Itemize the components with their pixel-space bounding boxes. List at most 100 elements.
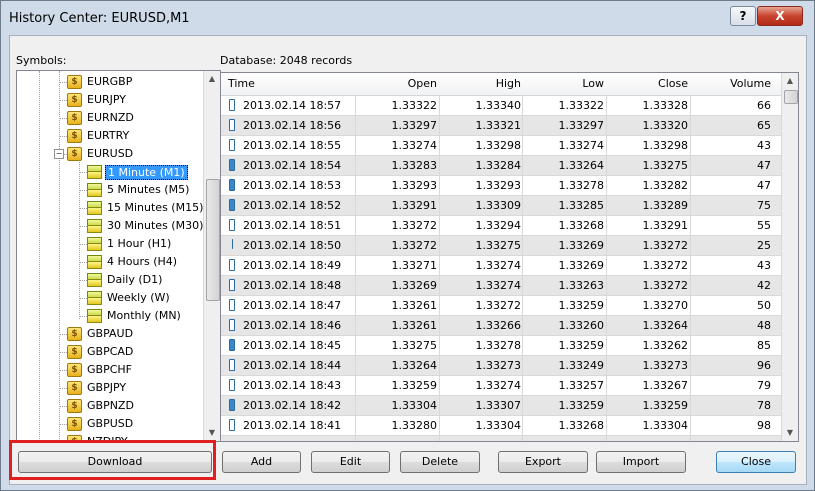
tree-item-label: 1 Minute (M1) bbox=[105, 165, 188, 180]
tree-item-timeframe[interactable]: 5 Minutes (M5) bbox=[17, 181, 203, 199]
scroll-up-arrow-icon[interactable]: ▲ bbox=[782, 73, 798, 89]
tree-item-symbol[interactable]: $ GBPCHF bbox=[17, 361, 203, 379]
tree-item-timeframe[interactable]: Weekly (W) bbox=[17, 289, 203, 307]
table-row[interactable]: 2013.02.14 18:45 1.33275 1.33278 1.33259 1.3… bbox=[221, 336, 781, 356]
table-row[interactable]: 2013.02.14 18:56 1.33297 1.33321 1.33297 1.3… bbox=[221, 116, 781, 136]
table-row[interactable]: 2013.02.14 18:50 1.33272 1.33275 1.33269 1.3… bbox=[221, 236, 781, 256]
cell-time: 2013.02.14 18:46 bbox=[243, 319, 342, 332]
delete-button[interactable]: Delete bbox=[400, 451, 480, 473]
symbols-tree[interactable]: $ EURGBP $ EURJPY $ EURNZD $ EURTRY − $ EURUSD 1 Mi… bbox=[16, 70, 221, 442]
tree-item-label: EURTRY bbox=[87, 129, 130, 142]
tree-scrollbar[interactable]: ▲ ▼ bbox=[203, 71, 220, 441]
column-divider bbox=[690, 95, 691, 441]
cell-time: 2013.02.14 18:42 bbox=[243, 399, 342, 412]
tree-item-symbol[interactable]: $ GBPAUD bbox=[17, 325, 203, 343]
tree-connector bbox=[79, 244, 87, 245]
cell-close: 1.33259 bbox=[642, 399, 689, 412]
tree-item-symbol[interactable]: $ GBPJPY bbox=[17, 379, 203, 397]
candle-icon bbox=[229, 279, 235, 291]
table-row[interactable]: 2013.02.14 18:54 1.33283 1.33284 1.33264 1.3… bbox=[221, 156, 781, 176]
tree-item-symbol[interactable]: $ EURNZD bbox=[17, 109, 203, 127]
cell-time: 2013.02.14 18:49 bbox=[243, 259, 342, 272]
cell-high: 1.33294 bbox=[475, 219, 522, 232]
cell-open: 1.33291 bbox=[391, 199, 438, 212]
column-header-high[interactable]: High bbox=[496, 77, 521, 90]
tree-connector bbox=[59, 82, 67, 83]
tree-item-timeframe[interactable]: Monthly (MN) bbox=[17, 307, 203, 325]
tree-item-symbol[interactable]: $ GBPNZD bbox=[17, 397, 203, 415]
table-row[interactable]: 2013.02.14 18:42 1.33304 1.33307 1.33259 1.3… bbox=[221, 396, 781, 416]
cell-high: 1.33274 bbox=[475, 259, 522, 272]
edit-button[interactable]: Edit bbox=[311, 451, 390, 473]
window-close-button[interactable]: X bbox=[757, 6, 803, 26]
import-button[interactable]: Import bbox=[596, 451, 686, 473]
table-row[interactable]: 2013.02.14 18:51 1.33272 1.33294 1.33268 1.3… bbox=[221, 216, 781, 236]
scroll-down-arrow-icon[interactable]: ▼ bbox=[204, 425, 220, 441]
column-header-low[interactable]: Low bbox=[582, 77, 604, 90]
table-row[interactable]: 2013.02.14 18:55 1.33274 1.33298 1.33274 1.3… bbox=[221, 136, 781, 156]
candle-icon bbox=[229, 319, 235, 331]
cell-close: 1.33272 bbox=[642, 259, 689, 272]
candle-icon bbox=[229, 259, 235, 271]
close-button[interactable]: Close bbox=[716, 451, 796, 473]
cell-time: 2013.02.14 18:44 bbox=[243, 359, 342, 372]
cell-high: 1.33321 bbox=[475, 119, 522, 132]
tree-item-label: Weekly (W) bbox=[107, 291, 170, 304]
candle-icon bbox=[229, 299, 235, 311]
cell-low: 1.33278 bbox=[558, 179, 605, 192]
history-table[interactable]: Time Open High Low Close Volume 2013.02.… bbox=[220, 72, 799, 442]
tree-item-timeframe[interactable]: 1 Hour (H1) bbox=[17, 235, 203, 253]
cell-low: 1.33268 bbox=[558, 419, 605, 432]
tree-item-symbol[interactable]: $ EURTRY bbox=[17, 127, 203, 145]
title-bar[interactable]: History Center: EURUSD,M1 ? X bbox=[1, 1, 814, 35]
cell-time: 2013.02.14 18:50 bbox=[243, 239, 342, 252]
cell-close: 1.33272 bbox=[642, 279, 689, 292]
export-button[interactable]: Export bbox=[498, 451, 588, 473]
table-row[interactable]: 2013.02.14 18:53 1.33293 1.33293 1.33278 1.3… bbox=[221, 176, 781, 196]
column-header-time[interactable]: Time bbox=[228, 77, 255, 90]
tree-item-timeframe[interactable]: 15 Minutes (M15) bbox=[17, 199, 203, 217]
tree-item-symbol[interactable]: − $ EURUSD bbox=[17, 145, 203, 163]
cell-time: 2013.02.14 18:53 bbox=[243, 179, 342, 192]
cell-open: 1.33280 bbox=[391, 419, 438, 432]
symbol-dollar-icon: $ bbox=[67, 345, 82, 359]
tree-item-symbol[interactable]: $ EURGBP bbox=[17, 73, 203, 91]
table-row[interactable]: 2013.02.14 18:49 1.33271 1.33274 1.33269 1.3… bbox=[221, 256, 781, 276]
column-header-volume[interactable]: Volume bbox=[730, 77, 771, 90]
table-scrollbar[interactable]: ▲ ▼ bbox=[781, 73, 798, 441]
table-row[interactable]: 2013.02.14 18:44 1.33264 1.33273 1.33249 1.3… bbox=[221, 356, 781, 376]
table-row[interactable]: 2013.02.14 18:57 1.33322 1.33340 1.33322 1.3… bbox=[221, 96, 781, 116]
tree-item-symbol[interactable]: $ GBPUSD bbox=[17, 415, 203, 433]
column-header-open[interactable]: Open bbox=[408, 77, 437, 90]
scroll-up-arrow-icon[interactable]: ▲ bbox=[204, 71, 220, 87]
tree-item-label: GBPCAD bbox=[87, 345, 134, 358]
table-row[interactable]: 2013.02.14 18:41 1.33280 1.33304 1.33268 1.3… bbox=[221, 416, 781, 436]
tree-item-symbol[interactable]: $ EURJPY bbox=[17, 91, 203, 109]
cell-volume: 48 bbox=[757, 319, 771, 332]
tree-item-symbol[interactable]: $ GBPCAD bbox=[17, 343, 203, 361]
symbols-label: Symbols: bbox=[16, 54, 67, 67]
table-row[interactable]: 2013.02.14 18:48 1.33269 1.33274 1.33263 1.3… bbox=[221, 276, 781, 296]
tree-item-timeframe[interactable]: 4 Hours (H4) bbox=[17, 253, 203, 271]
table-row[interactable]: 2013.02.14 18:47 1.33261 1.33272 1.33259 1.3… bbox=[221, 296, 781, 316]
cell-time: 2013.02.14 18:41 bbox=[243, 419, 342, 432]
tree-item-timeframe[interactable]: 30 Minutes (M30) bbox=[17, 217, 203, 235]
table-scroll-thumb[interactable] bbox=[784, 90, 798, 104]
tree-scroll-thumb[interactable] bbox=[206, 179, 220, 301]
collapse-icon[interactable]: − bbox=[54, 149, 64, 159]
table-row[interactable]: 2013.02.14 18:43 1.33259 1.33274 1.33257 1.3… bbox=[221, 376, 781, 396]
tree-item-timeframe[interactable]: Daily (D1) bbox=[17, 271, 203, 289]
cell-time: 2013.02.14 18:57 bbox=[243, 99, 342, 112]
scroll-down-arrow-icon[interactable]: ▼ bbox=[782, 425, 798, 441]
table-row[interactable]: 2013.02.14 18:52 1.33291 1.33309 1.33285 1.3… bbox=[221, 196, 781, 216]
help-button[interactable]: ? bbox=[730, 6, 756, 26]
tree-item-timeframe[interactable]: 1 Minute (M1) bbox=[17, 163, 203, 181]
timeframe-icon bbox=[87, 165, 102, 179]
add-button[interactable]: Add bbox=[222, 451, 301, 473]
column-header-close[interactable]: Close bbox=[658, 77, 688, 90]
timeframe-icon bbox=[87, 309, 102, 323]
cell-time: 2013.02.14 18:52 bbox=[243, 199, 342, 212]
table-row[interactable]: 2013.02.14 18:46 1.33261 1.33266 1.33260 1.3… bbox=[221, 316, 781, 336]
candle-icon bbox=[229, 199, 235, 211]
candle-icon bbox=[229, 359, 235, 371]
